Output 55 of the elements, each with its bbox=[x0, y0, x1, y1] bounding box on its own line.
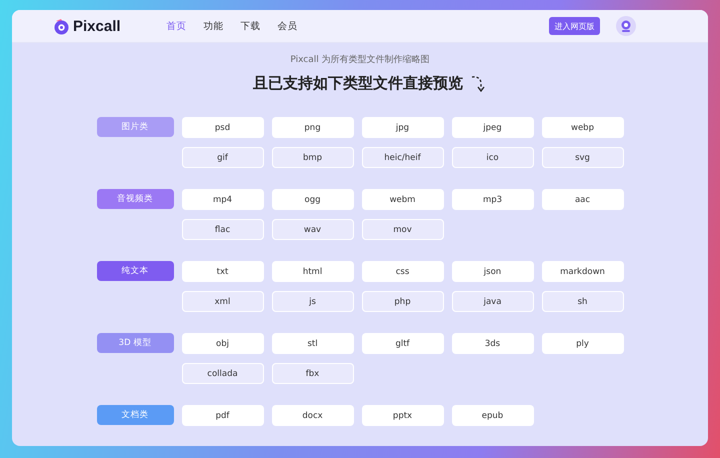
page-title: 且已支持如下类型文件直接预览 bbox=[253, 74, 463, 93]
format-tag: mov bbox=[362, 219, 444, 240]
subtitle: Pixcall 为所有类型文件制作缩略图 bbox=[290, 54, 430, 66]
format-tag: sh bbox=[542, 291, 624, 312]
format-tag: css bbox=[362, 261, 444, 282]
nav-link[interactable]: 功能 bbox=[204, 20, 224, 32]
format-tag: webm bbox=[362, 189, 444, 210]
format-tag: json bbox=[452, 261, 534, 282]
format-tag: png bbox=[272, 117, 354, 138]
web-version-button[interactable]: 进入网页版 bbox=[549, 17, 600, 35]
format-tag: wav bbox=[272, 219, 354, 240]
format-tag: php bbox=[362, 291, 444, 312]
format-tag: ogg bbox=[272, 189, 354, 210]
format-tag: js bbox=[272, 291, 354, 312]
format-tag: html bbox=[272, 261, 354, 282]
format-tag: ply bbox=[542, 333, 624, 354]
format-tag: webp bbox=[542, 117, 624, 138]
format-tag: stl bbox=[272, 333, 354, 354]
category-label: 3D 模型 bbox=[96, 333, 174, 353]
format-tag: 3ds bbox=[452, 333, 534, 354]
nav-link[interactable]: 下载 bbox=[240, 20, 261, 32]
format-tag: docx bbox=[272, 405, 354, 426]
format-tag: xml bbox=[182, 291, 264, 312]
nav-link[interactable]: 会员 bbox=[278, 20, 298, 32]
category-label: 音视频类 bbox=[96, 189, 174, 209]
dashed-arrow-icon bbox=[471, 74, 487, 92]
format-tag: txt bbox=[182, 261, 264, 282]
category-label: 纯文本 bbox=[96, 261, 174, 281]
format-tag: markdown bbox=[542, 261, 624, 282]
format-tag: fbx bbox=[272, 363, 354, 384]
format-tag: jpg bbox=[362, 117, 444, 138]
format-tag: mp4 bbox=[182, 189, 264, 210]
format-tag: java bbox=[452, 291, 534, 312]
format-tag: ico bbox=[452, 147, 534, 168]
nav-link[interactable]: 首页 bbox=[166, 20, 187, 32]
format-tag: mp3 bbox=[452, 189, 534, 210]
logo-icon bbox=[53, 18, 70, 34]
category-label: 文档类 bbox=[96, 405, 174, 425]
format-tag: obj bbox=[182, 333, 264, 354]
avatar-icon[interactable] bbox=[616, 16, 636, 36]
format-tag: gltf bbox=[362, 333, 444, 354]
logo-text: Pixcall bbox=[73, 18, 121, 34]
format-tag: epub bbox=[452, 405, 534, 426]
format-tag: psd bbox=[182, 117, 264, 138]
format-tag: pptx bbox=[362, 405, 444, 426]
format-tag: svg bbox=[542, 147, 624, 168]
format-tag: heic/heif bbox=[362, 147, 444, 168]
format-tag: flac bbox=[182, 219, 264, 240]
format-tag: bmp bbox=[272, 147, 354, 168]
category-label: 图片类 bbox=[96, 117, 174, 137]
format-tag: gif bbox=[182, 147, 264, 168]
format-tag: collada bbox=[182, 363, 264, 384]
format-tag: jpeg bbox=[452, 117, 534, 138]
format-tag: pdf bbox=[182, 405, 264, 426]
format-tag: aac bbox=[542, 189, 624, 210]
